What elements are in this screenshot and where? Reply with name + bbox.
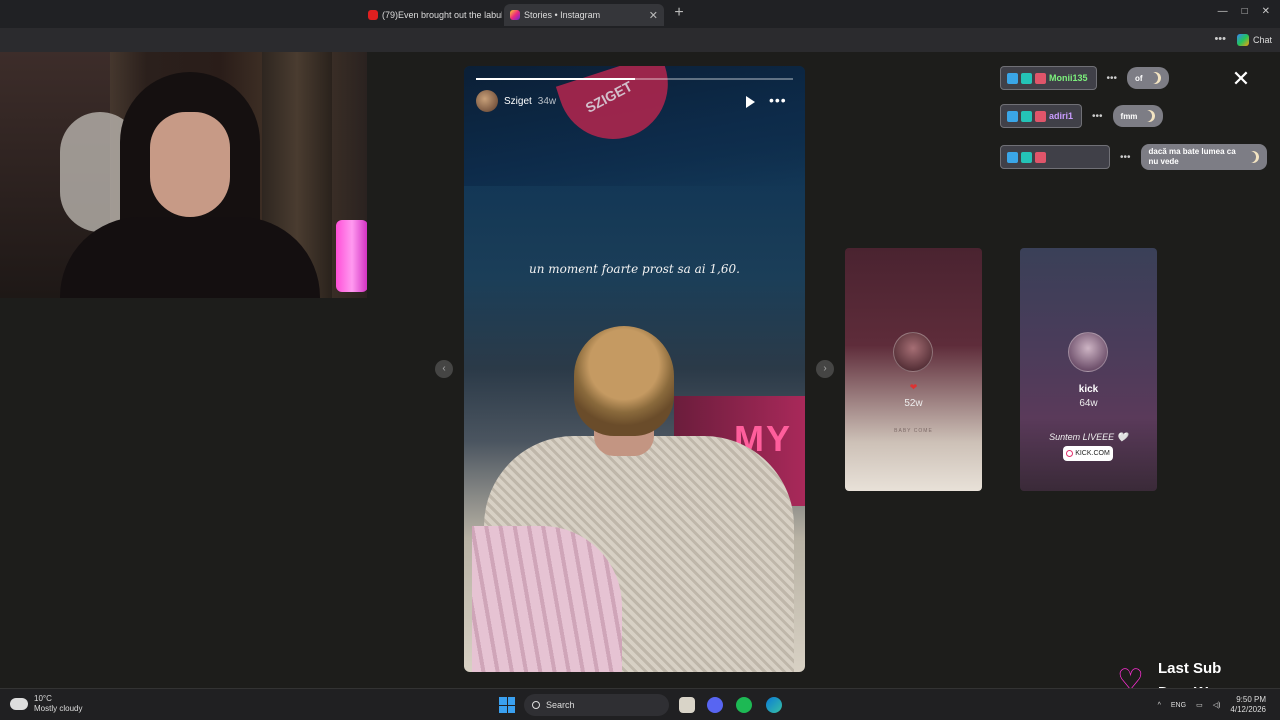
- clock-time: 9:50 PM: [1236, 695, 1266, 704]
- discord-icon[interactable]: [707, 697, 723, 713]
- chat-message-text: of: [1127, 67, 1169, 89]
- weather-temp: 10°C: [34, 694, 52, 703]
- chat-dots-icon: •••: [1120, 151, 1131, 163]
- webcam-overlay: [0, 52, 367, 298]
- link-icon: [1066, 450, 1074, 457]
- close-window-icon[interactable]: ✕: [1262, 6, 1270, 17]
- story-card-subtext: BABY COME: [894, 428, 933, 434]
- taskbar-search[interactable]: Search: [524, 694, 669, 716]
- copilot-icon: [1236, 34, 1249, 46]
- instagram-icon: [510, 10, 520, 20]
- more-options-icon[interactable]: •••: [769, 92, 787, 108]
- chat-label: Chat: [1252, 35, 1272, 45]
- play-icon[interactable]: [746, 96, 755, 108]
- chat-dots-icon: •••: [1106, 72, 1118, 84]
- spotify-icon[interactable]: [736, 697, 752, 713]
- maximize-icon[interactable]: □: [1242, 6, 1248, 17]
- story-time: 34w: [537, 95, 557, 107]
- windows-start-icon[interactable]: [499, 697, 515, 713]
- instagram-stories-page: SZIGET MY N Sziget 34w ••• un moment foa…: [0, 52, 1280, 701]
- badge-icon: [1007, 72, 1018, 84]
- search-label: Search: [546, 700, 575, 710]
- story-progress-bar: [476, 78, 793, 80]
- badge-icon: [1007, 110, 1018, 122]
- story-card-time: 52w: [904, 398, 923, 409]
- story-card-time: 64w: [1079, 398, 1098, 409]
- link-label: KICK.COM: [1075, 450, 1110, 457]
- story-user[interactable]: Sziget 34w: [476, 90, 556, 112]
- chat-username: adiri1: [1000, 104, 1083, 128]
- language-indicator[interactable]: ENG: [1171, 702, 1186, 709]
- story-username[interactable]: Sziget: [504, 96, 532, 107]
- tab-instagram[interactable]: Stories • Instagram ✕: [504, 4, 664, 26]
- new-tab-button[interactable]: +: [670, 4, 688, 22]
- avatar: [893, 332, 933, 372]
- story-main[interactable]: SZIGET MY N Sziget 34w ••• un moment foa…: [464, 66, 805, 672]
- story-preview-card-kick[interactable]: kick 64w Suntem LIVEEE 🤍 KICK.COM: [1020, 248, 1157, 491]
- badge-icon: [1035, 72, 1046, 84]
- tray-chevron-icon[interactable]: ^: [1158, 702, 1161, 709]
- browser-tabbar: (79)Even brought out the labubu 🥲 ✕ Stor…: [0, 0, 1280, 28]
- last-sub-title: Last Sub: [1158, 660, 1222, 677]
- photo-person-head: [574, 326, 674, 436]
- clock-date: 4/12/2026: [1230, 705, 1266, 714]
- story-overlay-text: un moment foarte prost sa ai 1,60.: [529, 262, 740, 276]
- story-progress-fill: [476, 78, 635, 80]
- weather-widget[interactable]: 10°C Mostly cloudy: [10, 694, 82, 714]
- tab-youtube[interactable]: (79)Even brought out the labubu 🥲 ✕: [362, 4, 502, 26]
- search-icon: [532, 701, 540, 709]
- weather-desc: Mostly cloudy: [34, 704, 83, 713]
- chat-message: adiri1 ••• fmm: [1000, 104, 1164, 128]
- tab-label: (79)Even brought out the labubu 🥲: [382, 9, 502, 20]
- system-tray: ^ ENG ▭ ◁) 9:50 PM 4/12/2026: [1158, 695, 1266, 715]
- link-sticker[interactable]: KICK.COM: [1063, 446, 1113, 461]
- webcam-person-body: [60, 217, 320, 298]
- chat-username: [1000, 145, 1110, 169]
- heart-emoji: ❤: [909, 382, 918, 392]
- webcam-person-face: [150, 112, 230, 217]
- window-controls: — □ ✕: [1218, 6, 1270, 17]
- browser-menu-icon[interactable]: •••: [1214, 33, 1226, 45]
- story-preview-card[interactable]: ❤ 52w BABY COME: [845, 248, 982, 491]
- chat-dots-icon: •••: [1092, 110, 1103, 122]
- badge-icon: [1035, 110, 1046, 122]
- webcam-lamp: [336, 220, 367, 292]
- next-story-button[interactable]: ›: [816, 360, 834, 378]
- badge-icon: [1035, 151, 1046, 163]
- network-icon[interactable]: ▭: [1196, 701, 1203, 709]
- avatar[interactable]: [476, 90, 498, 112]
- screen: (79)Even brought out the labubu 🥲 ✕ Stor…: [0, 0, 1280, 720]
- clock[interactable]: 9:50 PM 4/12/2026: [1230, 695, 1266, 715]
- chat-message: Monii135 ••• of: [1000, 66, 1169, 90]
- prev-story-button[interactable]: ‹: [435, 360, 453, 378]
- file-explorer-icon[interactable]: [679, 697, 695, 713]
- chat-message: ••• dacă ma bate lumea ca nu vede: [1000, 144, 1267, 170]
- story-card-caption: Suntem LIVEEE 🤍: [1049, 432, 1128, 442]
- minimize-icon[interactable]: —: [1218, 6, 1228, 17]
- moon-icon: [1143, 110, 1155, 122]
- cloud-icon: [10, 698, 28, 710]
- address-bar[interactable]: [0, 28, 1280, 52]
- chat-message-text: dacă ma bate lumea ca nu vede: [1140, 144, 1267, 170]
- moon-icon: [1247, 151, 1259, 163]
- tab-label: Stories • Instagram: [524, 10, 601, 20]
- moon-icon: [1149, 72, 1161, 84]
- avatar: [1068, 332, 1108, 372]
- windows-taskbar: 10°C Mostly cloudy Search ^ ENG ▭ ◁) 9:5…: [0, 688, 1280, 720]
- chat-button[interactable]: Chat: [1236, 32, 1272, 48]
- volume-icon[interactable]: ◁): [1213, 701, 1221, 709]
- badge-icon: [1021, 72, 1032, 84]
- close-icon[interactable]: ✕: [1230, 68, 1252, 90]
- chat-message-text: fmm: [1112, 105, 1164, 127]
- badge-icon: [1021, 151, 1032, 163]
- youtube-icon: [368, 10, 378, 20]
- badge-icon: [1007, 151, 1018, 163]
- edge-icon[interactable]: [766, 697, 782, 713]
- close-tab-icon[interactable]: ✕: [649, 9, 658, 22]
- story-card-username: kick: [1078, 384, 1099, 395]
- chat-username: Monii135: [1000, 66, 1097, 90]
- badge-icon: [1021, 110, 1032, 122]
